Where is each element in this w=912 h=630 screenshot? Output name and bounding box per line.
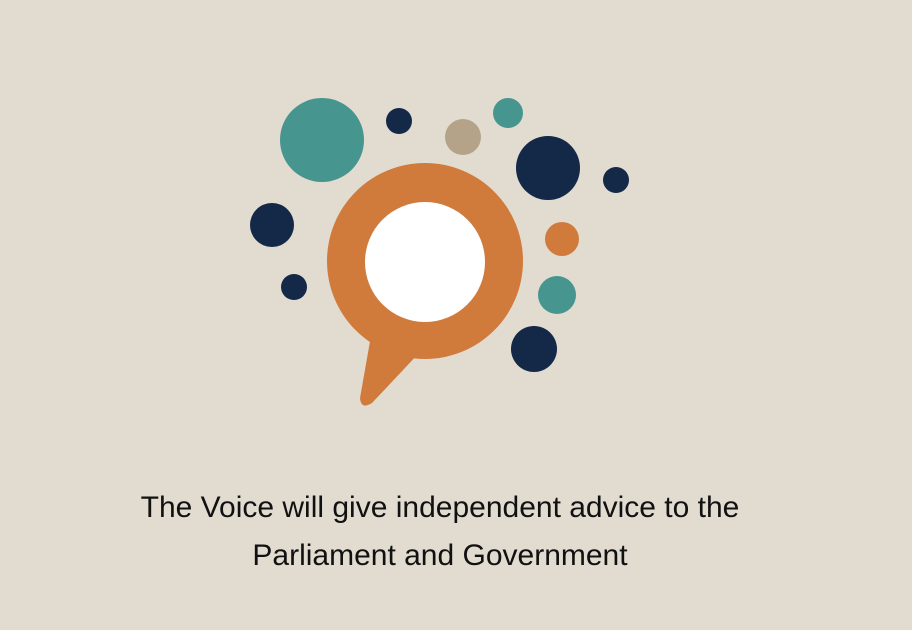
dot-tan	[445, 119, 481, 155]
dot-teal-right	[538, 276, 576, 314]
slide: The Voice will give independent advice t…	[0, 0, 912, 630]
caption-line-1: The Voice will give independent advice t…	[140, 491, 740, 524]
speech-bubble-logo-icon	[250, 98, 629, 406]
dot-teal-small	[493, 98, 523, 128]
speech-bubble-icon	[327, 163, 523, 406]
dot-teal-large	[280, 98, 364, 182]
dot-navy-left-small	[281, 274, 307, 300]
dot-orange-small	[545, 222, 579, 256]
caption-line-2: Parliament and Government	[252, 539, 628, 572]
speech-bubble-center	[365, 202, 485, 322]
dot-navy-tiny	[603, 167, 629, 193]
dot-navy-bottom	[511, 326, 557, 372]
dot-navy-left	[250, 203, 294, 247]
dot-navy-large	[516, 136, 580, 200]
dot-navy-small	[386, 108, 412, 134]
caption-text: The Voice will give independent advice t…	[0, 484, 880, 580]
